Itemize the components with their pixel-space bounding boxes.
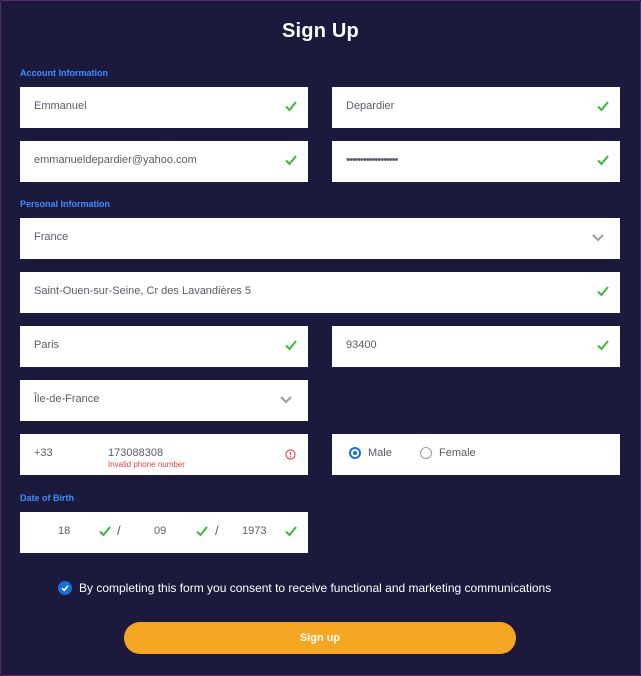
first-name-field[interactable]: Emmanuel	[20, 87, 308, 128]
city-field[interactable]: Paris	[20, 326, 308, 367]
password-value: ••••••••••••••••••	[346, 154, 398, 166]
dob-day-input[interactable]: 18	[58, 525, 70, 537]
email-field[interactable]: emmanueldepardier@yahoo.com	[20, 141, 308, 182]
check-icon	[285, 101, 297, 112]
check-icon	[285, 526, 297, 537]
check-icon	[597, 340, 609, 351]
section-label-dob: Date of Birth	[20, 493, 74, 503]
dob-separator: /	[215, 523, 219, 538]
last-name-value: Depardier	[346, 100, 395, 112]
gender-male-radio[interactable]	[349, 447, 361, 459]
check-icon	[61, 585, 69, 592]
address-field[interactable]: Saint-Ouen-sur-Seine, Cr des Lavandières…	[20, 272, 620, 313]
address-value: Saint-Ouen-sur-Seine, Cr des Lavandières…	[34, 285, 252, 297]
phone-error-message: Invalid phone number	[108, 460, 185, 469]
page-title: Sign Up	[282, 20, 359, 42]
dob-month-input[interactable]: 09	[154, 525, 166, 537]
section-label-personal: Personal Information	[20, 199, 111, 209]
dob-year-input[interactable]: 1973	[242, 525, 266, 537]
region-value: Île-de-France	[34, 393, 100, 405]
alert-circle-icon	[285, 449, 296, 460]
check-icon	[285, 155, 297, 166]
last-name-field[interactable]: Depardier	[332, 87, 620, 128]
section-label-account: Account Information	[20, 68, 108, 78]
city-value: Paris	[34, 339, 60, 351]
check-icon	[597, 155, 609, 166]
password-field[interactable]: ••••••••••••••••••	[332, 141, 620, 182]
phone-field[interactable]: +33 173088308 Invalid phone number	[20, 434, 308, 475]
postal-code-value: 93400	[346, 339, 377, 351]
phone-number-value[interactable]: 173088308	[108, 447, 163, 459]
sign-up-button[interactable]: Sign up	[124, 622, 516, 654]
dob-field: 18 / 09 / 1973	[20, 512, 308, 553]
chevron-down-icon	[280, 396, 292, 404]
check-icon	[99, 526, 111, 537]
country-value: France	[34, 231, 69, 243]
gender-radio-group: Male Female	[332, 434, 620, 475]
chevron-down-icon	[592, 234, 604, 242]
check-icon	[597, 286, 609, 297]
postal-code-field[interactable]: 93400	[332, 326, 620, 367]
dob-separator: /	[117, 523, 121, 538]
consent-checkbox[interactable]	[58, 581, 72, 595]
first-name-value: Emmanuel	[34, 100, 87, 112]
check-icon	[597, 101, 609, 112]
gender-female-label[interactable]: Female	[439, 447, 476, 459]
gender-male-label[interactable]: Male	[368, 447, 392, 459]
phone-country-code[interactable]: +33	[34, 447, 53, 459]
check-icon	[196, 526, 208, 537]
consent-row: By completing this form you consent to r…	[58, 580, 618, 598]
email-value: emmanueldepardier@yahoo.com	[34, 154, 197, 166]
region-select[interactable]: Île-de-France	[20, 380, 308, 421]
country-select[interactable]: France	[20, 218, 620, 259]
consent-text[interactable]: By completing this form you consent to r…	[79, 581, 551, 595]
check-icon	[285, 340, 297, 351]
gender-female-radio[interactable]	[420, 447, 432, 459]
